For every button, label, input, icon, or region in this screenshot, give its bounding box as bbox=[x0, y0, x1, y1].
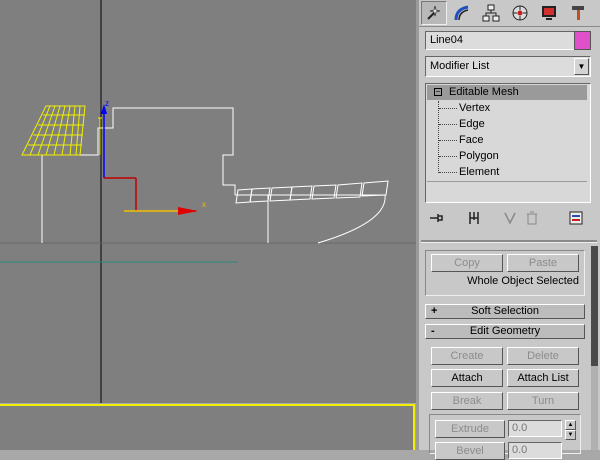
display-icon bbox=[542, 6, 556, 20]
expand-icon: + bbox=[431, 305, 438, 317]
hierarchy-tab[interactable] bbox=[478, 1, 504, 25]
modify-icon bbox=[454, 5, 469, 21]
make-unique-icon bbox=[504, 212, 516, 225]
stack-item-label: Editable Mesh bbox=[449, 86, 519, 98]
bevel-button[interactable]: Bevel bbox=[435, 442, 505, 460]
modifier-list-dropdown[interactable]: Modifier List ▼ bbox=[425, 56, 591, 77]
tree-tick bbox=[439, 172, 457, 173]
panel-divider bbox=[421, 240, 597, 243]
configure-icon bbox=[569, 211, 583, 225]
viewport-canvas: z x bbox=[0, 0, 416, 403]
object-name-field[interactable]: Line04 bbox=[425, 31, 588, 50]
viewport-active-border[interactable] bbox=[0, 404, 415, 450]
chevron-down-icon[interactable]: ▼ bbox=[574, 58, 589, 75]
configure-modifier-sets-button[interactable] bbox=[565, 207, 587, 229]
tree-tick bbox=[439, 124, 457, 125]
object-name-text: Line04 bbox=[430, 34, 464, 46]
extrude-amount-field[interactable]: 0.0 bbox=[508, 420, 562, 437]
attach-list-button[interactable]: Attach List bbox=[507, 369, 579, 387]
make-unique-button[interactable] bbox=[499, 207, 521, 229]
create-tab[interactable] bbox=[421, 1, 447, 25]
paste-button[interactable]: Paste bbox=[507, 254, 579, 272]
spinner-up-icon[interactable]: ▲ bbox=[565, 420, 576, 430]
extrude-spinner[interactable]: ▲ ▼ bbox=[565, 420, 576, 440]
utilities-icon bbox=[572, 6, 584, 20]
create-icon bbox=[427, 5, 441, 20]
copy-button[interactable]: Copy bbox=[431, 254, 503, 272]
attach-button[interactable]: Attach bbox=[431, 369, 503, 387]
spinner-down-icon[interactable]: ▼ bbox=[565, 430, 576, 440]
show-end-result-button[interactable] bbox=[463, 207, 485, 229]
create-button[interactable]: Create bbox=[431, 347, 503, 365]
modifier-stack[interactable]: − Editable Mesh Vertex Edge Face Polygon… bbox=[425, 83, 591, 203]
stack-item-editable-mesh[interactable]: − Editable Mesh bbox=[427, 85, 587, 100]
break-button[interactable]: Break bbox=[431, 392, 503, 410]
pin-icon bbox=[430, 214, 443, 222]
pin-stack-button[interactable] bbox=[425, 207, 447, 229]
selected-object-mesh bbox=[21, 105, 102, 156]
hierarchy-icon bbox=[482, 4, 500, 22]
remove-modifier-button[interactable] bbox=[521, 207, 543, 229]
tree-connector bbox=[438, 101, 439, 173]
axis-label-x: x bbox=[202, 200, 206, 209]
trash-icon bbox=[527, 211, 537, 225]
extrude-button[interactable]: Extrude bbox=[435, 420, 505, 438]
display-tab[interactable] bbox=[536, 1, 562, 25]
delete-button[interactable]: Delete bbox=[507, 347, 579, 365]
collapse-icon: - bbox=[431, 325, 435, 337]
stack-toolbar bbox=[425, 207, 591, 229]
axis-label-z: z bbox=[105, 99, 109, 108]
command-panel: Line04 Modifier List ▼ − Editable Mesh V… bbox=[419, 0, 600, 460]
modify-tab[interactable] bbox=[449, 1, 475, 25]
subobject-element[interactable]: Element bbox=[459, 165, 499, 179]
edit-geometry-rollout[interactable]: - Edit Geometry bbox=[425, 324, 585, 339]
subobject-polygon[interactable]: Polygon bbox=[459, 149, 499, 163]
command-panel-tabs bbox=[419, 0, 600, 27]
hull-wireframe bbox=[41, 107, 389, 244]
tree-tick bbox=[439, 140, 457, 141]
selection-status: Whole Object Selected bbox=[467, 275, 579, 287]
bevel-amount-field[interactable]: 0.0 bbox=[508, 442, 562, 459]
transform-gizmo: z x bbox=[101, 99, 206, 215]
tree-tick bbox=[439, 108, 457, 109]
motion-icon bbox=[512, 5, 528, 21]
collapse-toggle-icon[interactable]: − bbox=[434, 88, 442, 96]
rollout-label: Edit Geometry bbox=[469, 325, 541, 337]
stack-divider bbox=[427, 181, 587, 182]
modifier-list-label: Modifier List bbox=[430, 60, 490, 72]
show-end-result-icon bbox=[469, 212, 479, 224]
subobject-vertex[interactable]: Vertex bbox=[459, 101, 490, 115]
subobject-edge[interactable]: Edge bbox=[459, 117, 485, 131]
utilities-tab[interactable] bbox=[565, 1, 591, 25]
object-color-swatch[interactable] bbox=[574, 31, 591, 50]
rollout-label: Soft Selection bbox=[471, 305, 539, 317]
tree-tick bbox=[439, 156, 457, 157]
viewport-front[interactable]: z x bbox=[0, 0, 416, 403]
soft-selection-rollout[interactable]: + Soft Selection bbox=[425, 304, 585, 319]
turn-button[interactable]: Turn bbox=[507, 392, 579, 410]
panel-scrollbar-thumb[interactable] bbox=[591, 246, 598, 366]
subobject-face[interactable]: Face bbox=[459, 133, 483, 147]
motion-tab[interactable] bbox=[507, 1, 533, 25]
